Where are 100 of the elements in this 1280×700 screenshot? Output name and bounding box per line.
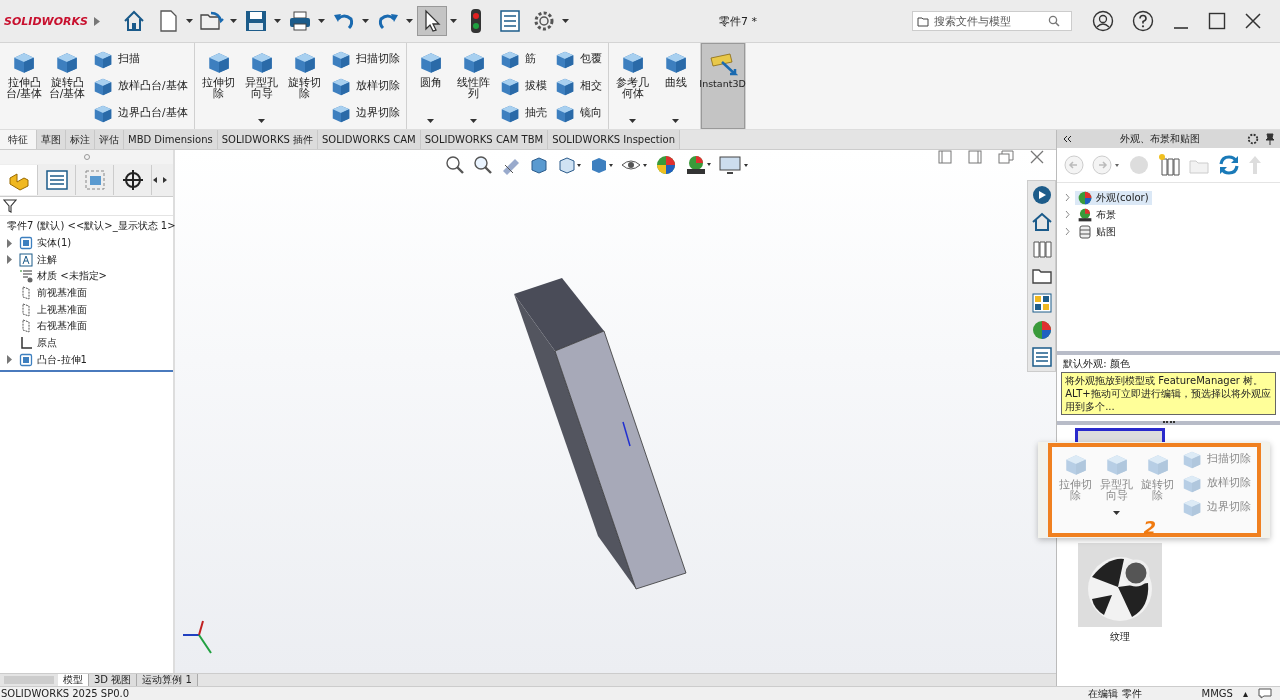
search-field[interactable]: 搜索文件与模型 bbox=[934, 14, 1044, 28]
caret-icon[interactable] bbox=[318, 19, 325, 23]
tile-view-icon[interactable] bbox=[968, 150, 983, 164]
ribbon-button[interactable]: 包覆 bbox=[551, 46, 604, 71]
book-icon[interactable] bbox=[1157, 153, 1182, 177]
tree-item[interactable]: 前视基准面 bbox=[37, 286, 87, 301]
restore-icon[interactable] bbox=[998, 150, 1015, 164]
ribbon-button[interactable]: 放样切除 bbox=[327, 74, 402, 98]
tree-item[interactable]: 注解 bbox=[37, 252, 57, 267]
tree-item[interactable]: 右视基准面 bbox=[37, 319, 87, 334]
tree-item[interactable]: 原点 bbox=[37, 336, 57, 351]
units-text[interactable]: MMGS bbox=[1201, 688, 1233, 699]
resources-icon[interactable] bbox=[1030, 184, 1053, 206]
library-icon[interactable] bbox=[1030, 238, 1053, 260]
ribbon-button[interactable]: 边界凸台/基体 bbox=[90, 101, 190, 126]
filter-icon[interactable] bbox=[3, 199, 17, 213]
ribbon-tab[interactable]: SOLIDWORKS CAM TBM bbox=[420, 130, 549, 149]
caret-icon[interactable] bbox=[230, 19, 237, 23]
ribbon-tab[interactable]: SOLIDWORKS CAM bbox=[317, 130, 421, 149]
list-icon[interactable] bbox=[1030, 346, 1053, 368]
caret-icon[interactable] bbox=[362, 19, 369, 23]
ribbon-tab[interactable]: 标注 bbox=[66, 130, 95, 149]
ribbon-button[interactable]: 圆角 bbox=[410, 45, 451, 92]
ribbon-button[interactable]: 放样切除 bbox=[1178, 471, 1253, 495]
tree-item[interactable]: 上视基准面 bbox=[37, 302, 87, 317]
tree-item[interactable]: 贴图 bbox=[1075, 224, 1120, 239]
ribbon-button[interactable]: 旋转切除 bbox=[1137, 447, 1178, 506]
tile-view-icon[interactable] bbox=[938, 150, 953, 164]
ribbon-button[interactable]: 边界切除 bbox=[1178, 495, 1253, 519]
solidworks-logo[interactable]: SOLIDWORKS bbox=[4, 14, 88, 28]
ribbon-button[interactable]: 异型孔向导 bbox=[1096, 447, 1137, 506]
help-icon[interactable] bbox=[1132, 10, 1154, 32]
caret-icon[interactable] bbox=[406, 19, 413, 23]
caret-icon[interactable] bbox=[629, 119, 637, 123]
double-chevron-icon[interactable] bbox=[1062, 135, 1073, 143]
caret-icon[interactable] bbox=[672, 119, 680, 123]
cube-view-icon[interactable] bbox=[557, 155, 581, 175]
model-tab[interactable]: 3D 视图 bbox=[89, 674, 138, 686]
chevron-right-icon[interactable] bbox=[93, 16, 100, 26]
tree-item[interactable]: 凸台-拉伸1 bbox=[37, 352, 87, 367]
collapsed-arrow-icon[interactable] bbox=[4, 238, 14, 248]
caret-icon[interactable] bbox=[562, 19, 569, 23]
settings-icon[interactable] bbox=[1247, 133, 1259, 145]
user-icon[interactable] bbox=[1092, 10, 1114, 32]
ribbon-tab[interactable]: SOLIDWORKS Inspection bbox=[548, 130, 680, 149]
scroll-arrows-icon[interactable] bbox=[152, 176, 168, 184]
ribbon-button[interactable]: 扫描切除 bbox=[327, 46, 402, 71]
cube-view-icon[interactable] bbox=[529, 155, 549, 175]
tree-item[interactable]: 外观(color) bbox=[1075, 190, 1152, 205]
ribbon-tab[interactable]: 评估 bbox=[95, 130, 124, 149]
display-style-icon[interactable] bbox=[589, 155, 613, 175]
ribbon-button[interactable]: 旋转凸台/基体 bbox=[47, 45, 87, 104]
model-tab[interactable]: 运动算例 1 bbox=[137, 674, 198, 686]
ribbon-button[interactable]: 拉伸切除 bbox=[198, 45, 239, 104]
tree-item[interactable]: 实体(1) bbox=[37, 236, 72, 251]
color-ball-icon[interactable] bbox=[1030, 319, 1053, 341]
ribbon-tab[interactable]: SOLIDWORKS 插件 bbox=[217, 130, 318, 149]
ribbon-button[interactable]: 拉伸凸台/基体 bbox=[4, 45, 44, 104]
ribbon-button[interactable]: 扫描 bbox=[90, 46, 190, 71]
ribbon-button[interactable]: 异型孔向导 bbox=[241, 45, 282, 104]
ribbon-button[interactable]: 拔模 bbox=[496, 74, 549, 98]
ribbon-button[interactable]: 相交 bbox=[551, 74, 604, 98]
units-menu-arrow[interactable]: ▴ bbox=[1242, 688, 1248, 699]
caret-icon[interactable] bbox=[1113, 511, 1120, 515]
caret-icon[interactable] bbox=[450, 19, 457, 23]
pin-icon[interactable] bbox=[1265, 133, 1275, 145]
color-ball-icon[interactable] bbox=[655, 154, 677, 176]
caret-icon[interactable] bbox=[470, 119, 478, 123]
caret-icon[interactable] bbox=[186, 19, 193, 23]
ribbon-button[interactable]: 放样凸台/基体 bbox=[90, 74, 190, 98]
speech-bubble-icon[interactable] bbox=[1258, 688, 1272, 699]
tree-item[interactable]: 布景 bbox=[1075, 207, 1120, 222]
collapsed-arrow-icon[interactable] bbox=[4, 355, 14, 365]
ribbon-button[interactable]: 筋 bbox=[496, 46, 549, 71]
zoom-fit-icon[interactable] bbox=[445, 155, 465, 175]
ribbon-button[interactable]: 旋转切除 bbox=[284, 45, 325, 104]
zoom-area-icon[interactable] bbox=[473, 155, 493, 175]
toolbar-button[interactable] bbox=[417, 6, 447, 36]
tree-item[interactable]: 零件7 (默认) <<默认>_显示状态 1> bbox=[7, 219, 176, 234]
ribbon-button[interactable]: 参考几何体 bbox=[612, 45, 653, 104]
maximize-icon[interactable] bbox=[1208, 12, 1226, 30]
ribbon-button[interactable]: 抽壳 bbox=[496, 101, 549, 126]
close-icon[interactable] bbox=[1244, 12, 1262, 30]
ribbon-tab[interactable]: MBD Dimensions bbox=[124, 130, 218, 149]
scene-icon[interactable] bbox=[685, 154, 711, 176]
caret-icon[interactable] bbox=[258, 119, 266, 123]
model-tab[interactable]: 模型 bbox=[58, 674, 89, 686]
search-box[interactable]: 搜索文件与模型 bbox=[912, 11, 1072, 31]
ribbon-tab[interactable]: 草图 bbox=[37, 130, 66, 149]
ribbon-button[interactable]: 线性阵列 bbox=[453, 45, 494, 104]
instant3d-button[interactable]: Instant3D bbox=[700, 43, 745, 129]
ribbon-button[interactable]: 曲线 bbox=[655, 45, 696, 92]
home-icon[interactable] bbox=[1030, 211, 1053, 233]
ribbon-button[interactable]: 扫描切除 bbox=[1178, 447, 1253, 471]
ribbon-button[interactable]: 边界切除 bbox=[327, 101, 402, 126]
monitor-icon[interactable] bbox=[719, 155, 749, 175]
texture-thumbnail[interactable] bbox=[1078, 543, 1163, 627]
ribbon-tab[interactable]: 特征 bbox=[0, 130, 37, 149]
ribbon-button[interactable]: 拉伸切除 bbox=[1055, 447, 1096, 506]
ribbon-button[interactable]: 镜向 bbox=[551, 101, 604, 126]
